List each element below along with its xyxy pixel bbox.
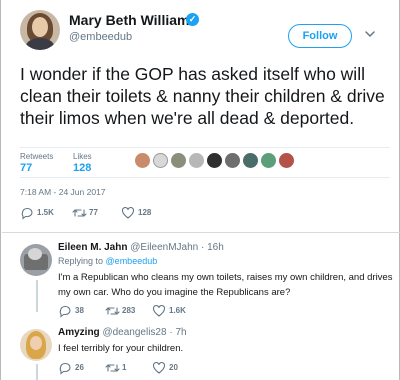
reply-icon <box>59 305 71 318</box>
reply-button[interactable]: 26 <box>58 361 98 375</box>
divider <box>2 232 400 233</box>
liker-avatar[interactable] <box>171 153 186 168</box>
tweet-timestamp[interactable]: 7:18 AM - 24 Jun 2017 <box>20 187 106 197</box>
reply-text: I'm a Republican who cleans my own toile… <box>58 270 396 300</box>
liker-avatar[interactable] <box>279 153 294 168</box>
likes-label: Likes <box>73 152 92 161</box>
replying-prefix: Replying to <box>58 256 104 266</box>
retweet-icon <box>105 307 120 315</box>
reply-author-name: Eileen M. Jahn <box>58 242 128 253</box>
verified-badge-icon: ✓ <box>186 13 199 26</box>
author-handle[interactable]: @embeedub <box>69 31 132 43</box>
like-count: 128 <box>138 208 152 217</box>
replying-to: Replying to @embeedub <box>58 256 157 266</box>
like-button[interactable]: 20 <box>152 361 192 375</box>
retweets-count[interactable]: 77 <box>20 162 32 174</box>
reply-author-name: Amyzing <box>58 327 100 338</box>
thread-line <box>36 280 38 312</box>
liker-avatar[interactable] <box>189 153 204 168</box>
reply-button[interactable]: 38 <box>58 304 98 318</box>
reply-avatar[interactable] <box>20 329 52 361</box>
reply-author[interactable]: Eileen M. Jahn @EileenMJahn · 16h <box>58 242 224 253</box>
liker-avatar[interactable] <box>225 153 240 168</box>
reply-text: I feel terribly for your children. <box>58 341 396 356</box>
like-icon <box>121 206 135 219</box>
replying-mention[interactable]: @embeedub <box>106 256 158 266</box>
reply-author[interactable]: Amyzing @deangelis28 · 7h <box>58 327 187 338</box>
retweet-button[interactable]: 77 <box>72 206 112 220</box>
reply-handle: @deangelis28 <box>102 327 167 338</box>
reply-text-line: I'm a Republican who cleans my own toile… <box>58 272 393 283</box>
liker-avatar[interactable] <box>207 153 222 168</box>
reply-count: 38 <box>75 306 84 315</box>
reply-icon <box>21 207 33 220</box>
like-count: 1.6K <box>169 306 186 315</box>
reply-text-line: I feel terribly for your children. <box>58 343 184 354</box>
like-icon <box>152 304 166 317</box>
retweet-icon <box>105 364 120 372</box>
reply-count: 26 <box>75 363 84 372</box>
reply-handle: @EileenMJahn <box>130 242 199 253</box>
tweet-page: Mary Beth Williams ✓ @embeedub Follow I … <box>0 0 400 380</box>
liker-avatar[interactable] <box>153 153 168 168</box>
liker-avatar[interactable] <box>261 153 276 168</box>
retweet-button[interactable]: 283 <box>105 304 145 318</box>
retweet-count: 1 <box>122 363 127 372</box>
liker-avatar[interactable] <box>135 153 150 168</box>
chevron-down-icon[interactable] <box>363 27 377 41</box>
like-button[interactable]: 128 <box>121 206 161 220</box>
retweet-count: 77 <box>89 208 98 217</box>
reply-time[interactable]: 7h <box>175 327 186 338</box>
reply-time[interactable]: 16h <box>207 242 224 253</box>
like-button[interactable]: 1.6K <box>152 304 192 318</box>
author-name[interactable]: Mary Beth Williams <box>69 12 197 28</box>
reply-button[interactable]: 1.5K <box>20 206 70 220</box>
retweet-count: 283 <box>122 306 136 315</box>
reply-avatar[interactable] <box>20 244 52 276</box>
divider <box>20 147 390 148</box>
reply-icon <box>59 362 71 375</box>
liker-avatar[interactable] <box>243 153 258 168</box>
like-icon <box>152 361 166 374</box>
retweets-label: Retweets <box>20 152 54 161</box>
like-count: 20 <box>169 363 178 372</box>
reply-text-line: my own car. Who do you imagine the Repub… <box>58 287 291 298</box>
author-avatar[interactable] <box>20 10 60 50</box>
retweet-button[interactable]: 1 <box>105 361 145 375</box>
retweet-icon <box>72 209 87 217</box>
tweet-text: I wonder if the GOP has asked itself who… <box>20 64 385 128</box>
likes-count[interactable]: 128 <box>73 162 91 174</box>
reply-count: 1.5K <box>37 208 54 217</box>
follow-button[interactable]: Follow <box>288 24 352 48</box>
thread-line <box>36 364 38 380</box>
divider <box>20 177 390 178</box>
